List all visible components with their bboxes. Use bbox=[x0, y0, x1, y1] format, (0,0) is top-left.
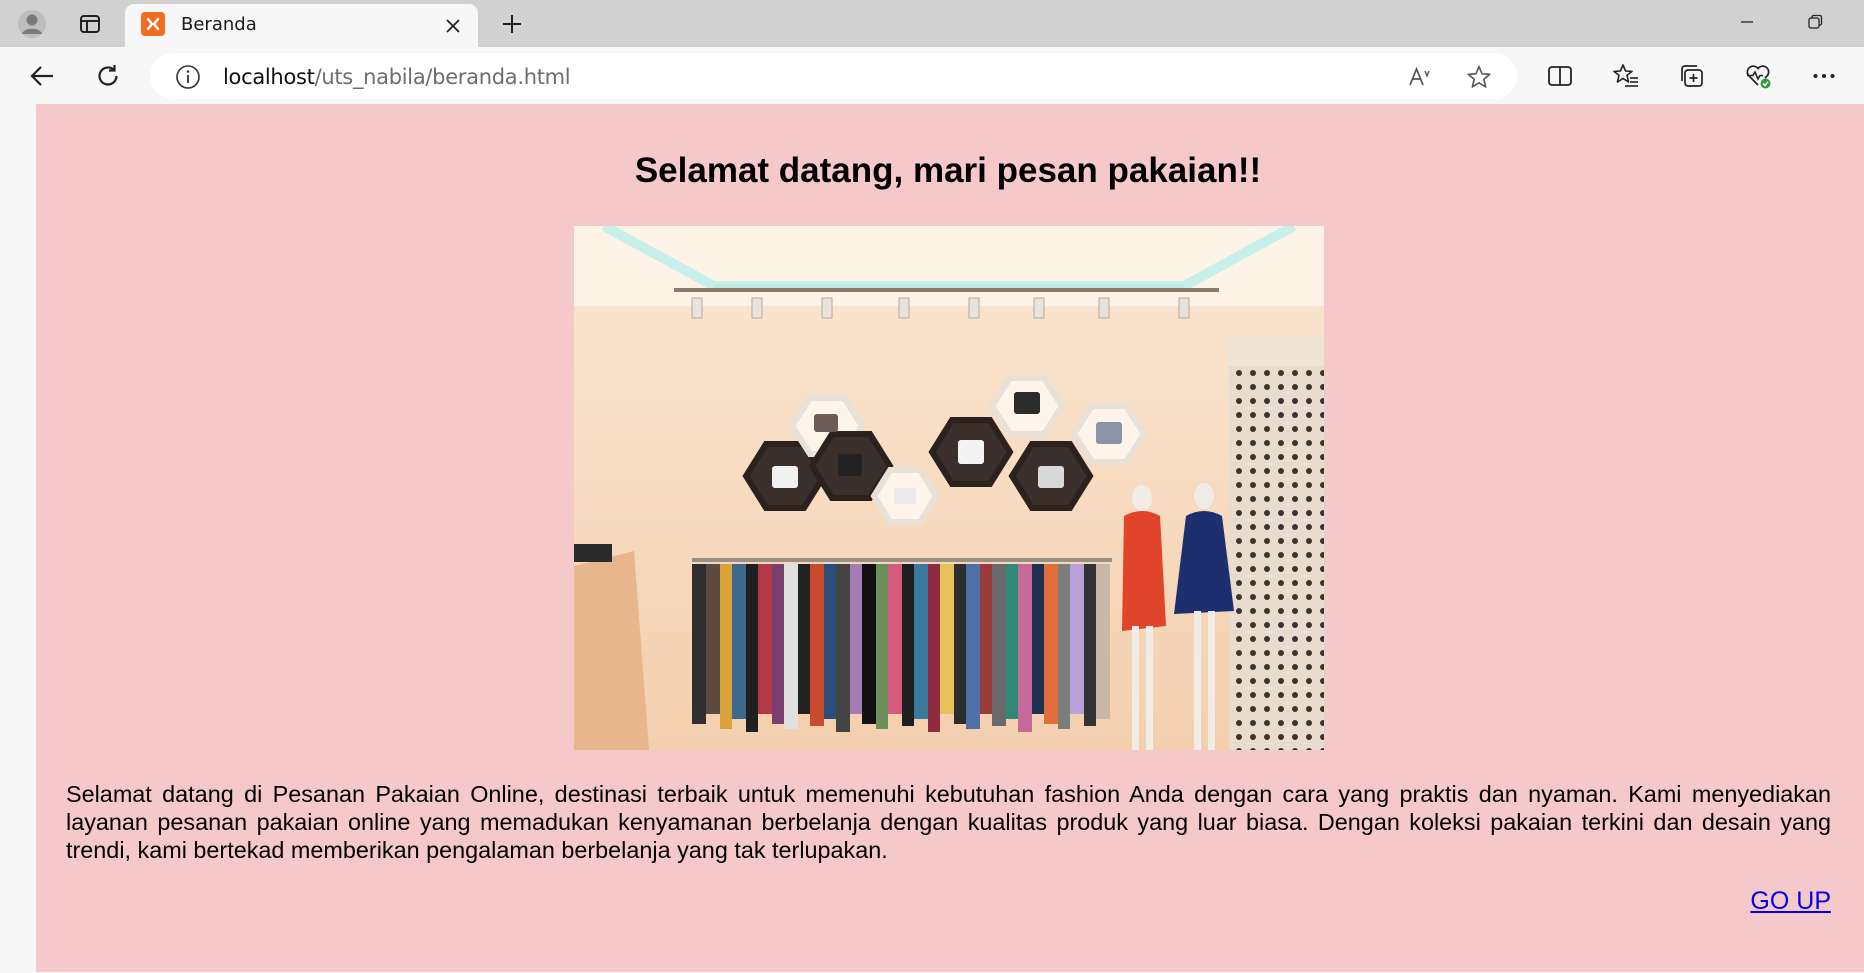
refresh-icon bbox=[98, 65, 118, 86]
profile-button[interactable] bbox=[14, 6, 50, 42]
page-viewport: Selamat datang, mari pesan pakaian!! Sel… bbox=[0, 104, 1864, 973]
page-heading: Selamat datang, mari pesan pakaian!! bbox=[634, 151, 1262, 190]
xampp-icon bbox=[141, 12, 165, 36]
heart-pulse-icon bbox=[1746, 65, 1771, 89]
restore-icon bbox=[1808, 14, 1823, 29]
collections-button[interactable] bbox=[1672, 56, 1712, 96]
address-bar[interactable]: localhost/uts_nabila/beranda.html bbox=[150, 53, 1517, 99]
read-aloud-icon bbox=[1409, 66, 1430, 86]
minimize-icon bbox=[1741, 21, 1753, 23]
restore-button[interactable] bbox=[1781, 0, 1849, 44]
plus-icon bbox=[503, 15, 521, 33]
back-button[interactable] bbox=[22, 56, 62, 96]
more-menu-button[interactable] bbox=[1804, 56, 1844, 96]
tab-actions-icon bbox=[80, 15, 100, 33]
page-body: Selamat datang, mari pesan pakaian!! Sel… bbox=[36, 104, 1864, 972]
collections-icon bbox=[1681, 65, 1703, 87]
url-host: localhost bbox=[223, 65, 315, 89]
tab-title: Beranda bbox=[181, 14, 257, 35]
favorites-button[interactable] bbox=[1606, 56, 1646, 96]
info-icon bbox=[176, 65, 200, 89]
intro-paragraph: Selamat datang di Pesanan Pakaian Online… bbox=[66, 781, 1831, 863]
new-tab-button[interactable] bbox=[494, 6, 530, 42]
minimize-button[interactable] bbox=[1713, 0, 1781, 44]
tab-close-button[interactable] bbox=[440, 13, 466, 39]
tab-beranda[interactable]: Beranda bbox=[125, 4, 478, 47]
go-up-link[interactable]: GO UP bbox=[1750, 887, 1831, 916]
browser-toolbar: localhost/uts_nabila/beranda.html bbox=[0, 47, 1864, 104]
url-path: /uts_nabila/beranda.html bbox=[314, 65, 571, 89]
back-arrow-icon bbox=[30, 66, 53, 86]
close-icon bbox=[446, 19, 460, 33]
split-screen-icon bbox=[1548, 66, 1572, 86]
read-aloud-button[interactable] bbox=[1404, 61, 1436, 93]
url-text[interactable]: localhost/uts_nabila/beranda.html bbox=[223, 65, 571, 89]
refresh-button[interactable] bbox=[88, 56, 128, 96]
browser-essentials-button[interactable] bbox=[1738, 56, 1778, 96]
store-interior-image bbox=[574, 226, 1324, 750]
site-info-button[interactable] bbox=[174, 63, 202, 91]
more-horizontal-icon bbox=[1813, 74, 1835, 78]
browser-titlebar: Beranda bbox=[0, 0, 1864, 47]
tab-actions-button[interactable] bbox=[72, 8, 108, 40]
favorites-icon bbox=[1613, 64, 1638, 87]
profile-icon bbox=[18, 10, 46, 38]
split-screen-button[interactable] bbox=[1540, 56, 1580, 96]
star-icon bbox=[1467, 65, 1491, 88]
favorite-star-button[interactable] bbox=[1463, 61, 1495, 93]
